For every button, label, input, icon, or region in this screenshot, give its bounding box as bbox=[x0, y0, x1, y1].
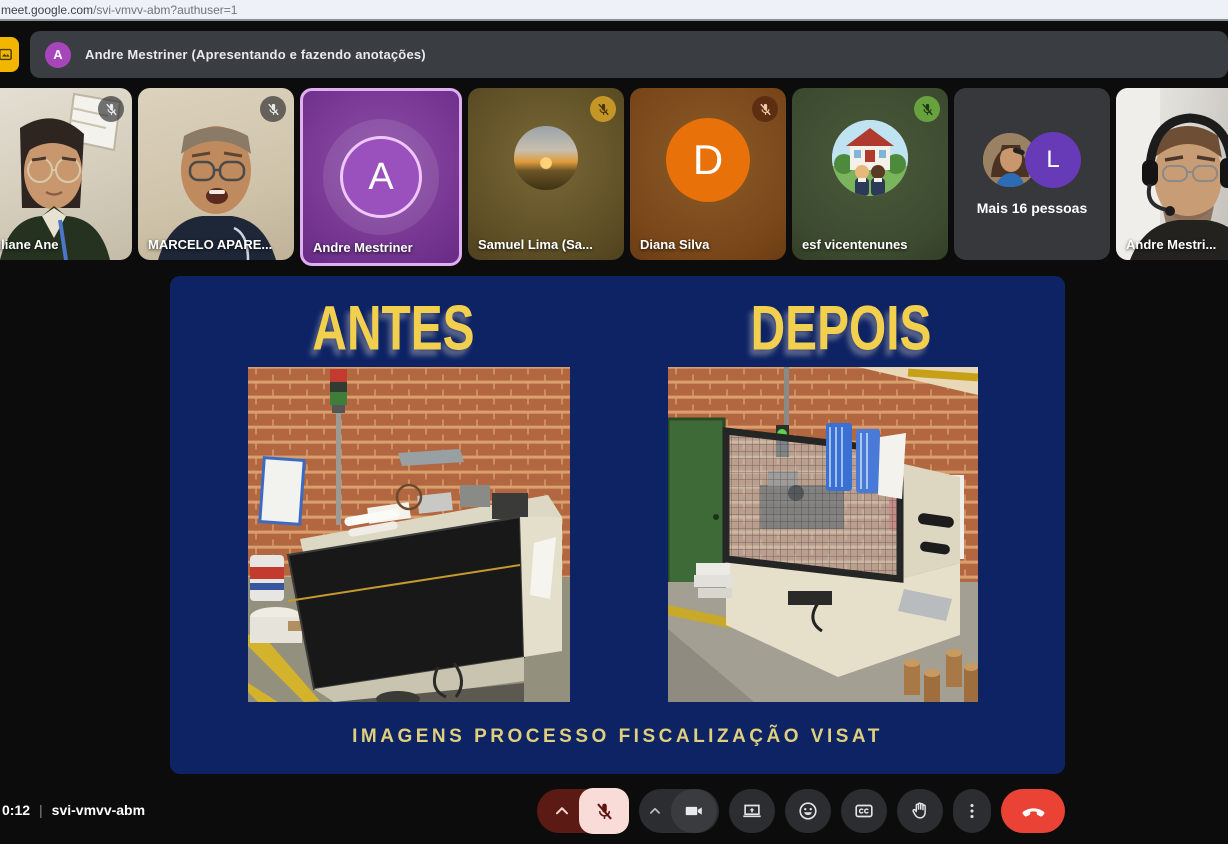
image-icon bbox=[0, 46, 14, 63]
presenting-message: Andre Mestriner (Apresentando e fazendo … bbox=[85, 47, 426, 62]
mic-off-icon bbox=[594, 801, 615, 822]
participant-tile-samuel-lima[interactable]: Samuel Lima (Sa... bbox=[468, 88, 624, 260]
slide-caption: IMAGENS PROCESSO FISCALIZAÇÃO VISAT bbox=[170, 726, 1065, 748]
letter-avatar: A bbox=[303, 91, 459, 263]
camera-toggle-button[interactable] bbox=[671, 789, 717, 833]
photo-after bbox=[668, 367, 978, 702]
camera-control-group bbox=[639, 789, 719, 833]
mic-off-icon bbox=[266, 102, 281, 117]
participant-tile-marcelo[interactable]: MARCELO APARE... bbox=[138, 88, 294, 260]
present-screen-button[interactable] bbox=[729, 789, 775, 833]
mic-muted-indicator bbox=[914, 96, 940, 122]
mic-control-group bbox=[537, 788, 629, 834]
mic-muted-indicator bbox=[260, 96, 286, 122]
end-call-button[interactable] bbox=[1001, 789, 1065, 833]
captions-button[interactable] bbox=[841, 789, 887, 833]
hand-icon bbox=[909, 800, 931, 822]
participant-name: Diana Silva bbox=[640, 237, 709, 252]
overflow-count-label: Mais 16 pessoas bbox=[977, 200, 1088, 216]
mic-toggle-button-muted[interactable] bbox=[579, 788, 629, 834]
mic-muted-indicator bbox=[590, 96, 616, 122]
call-end-icon bbox=[1020, 798, 1047, 825]
mic-off-icon bbox=[104, 102, 119, 117]
more-options-button[interactable] bbox=[953, 789, 991, 833]
page-url: meet.google.com/svi-vmvv-abm?authuser=1 bbox=[0, 3, 237, 17]
annotation-tool-icon[interactable] bbox=[0, 37, 19, 72]
cc-icon bbox=[853, 800, 875, 822]
emoji-icon bbox=[797, 800, 819, 822]
overflow-participants-tile[interactable]: L Mais 16 pessoas bbox=[954, 88, 1110, 260]
letter-avatar: D bbox=[666, 118, 750, 202]
videocam-icon bbox=[683, 800, 705, 822]
participant-tile-andre-camera[interactable]: Andre Mestri... bbox=[1116, 88, 1228, 260]
reactions-button[interactable] bbox=[785, 789, 831, 833]
meeting-code: svi-vmvv-abm bbox=[52, 802, 145, 818]
letter-avatar: L bbox=[1025, 132, 1081, 188]
url-host: meet.google.com bbox=[1, 3, 93, 17]
presented-slide: ANTES DEPOIS bbox=[170, 276, 1065, 774]
meeting-info: 0:12 | svi-vmvv-abm bbox=[2, 802, 145, 818]
photo-avatar-school-illustration bbox=[832, 120, 908, 196]
elapsed-time: 0:12 bbox=[2, 802, 30, 818]
participant-tile-andre-mestriner-presenting[interactable]: A Andre Mestriner bbox=[300, 88, 462, 266]
mic-off-icon bbox=[758, 102, 773, 117]
photo-before bbox=[248, 367, 570, 702]
separator: | bbox=[30, 802, 52, 818]
url-path: /svi-vmvv-abm?authuser=1 bbox=[93, 3, 237, 17]
present-icon bbox=[741, 800, 763, 822]
participant-name: MARCELO APARE... bbox=[148, 237, 272, 252]
mic-off-icon bbox=[596, 102, 611, 117]
participant-name: Samuel Lima (Sa... bbox=[478, 237, 593, 252]
avatar: A bbox=[45, 42, 71, 68]
google-meet-window: meet.google.com/svi-vmvv-abm?authuser=1 … bbox=[0, 0, 1228, 844]
slide-title-antes: ANTES bbox=[188, 292, 599, 365]
call-controls bbox=[537, 788, 1065, 834]
browser-address-bar[interactable]: meet.google.com/svi-vmvv-abm?authuser=1 bbox=[0, 0, 1228, 21]
mic-off-icon bbox=[920, 102, 935, 117]
dots-icon bbox=[961, 800, 983, 822]
chevron-up-icon bbox=[646, 802, 664, 820]
participant-name: esf vicentenunes bbox=[802, 237, 908, 252]
mic-muted-indicator bbox=[98, 96, 124, 122]
slide-title-depois: DEPOIS bbox=[635, 292, 1047, 365]
participant-tile-juliane-ane[interactable]: Juliane Ane bbox=[0, 88, 132, 260]
presenting-notification: A Andre Mestriner (Apresentando e fazend… bbox=[30, 31, 1228, 78]
participant-name: Andre Mestriner bbox=[313, 240, 413, 255]
photo-avatar-sunset bbox=[514, 126, 578, 190]
participant-name: Juliane Ane bbox=[0, 237, 58, 252]
mic-muted-indicator bbox=[752, 96, 778, 122]
avatar-letter: A bbox=[340, 136, 422, 218]
participant-video-placeholder bbox=[1116, 88, 1228, 260]
raise-hand-button[interactable] bbox=[897, 789, 943, 833]
participant-tile-diana-silva[interactable]: D Diana Silva bbox=[630, 88, 786, 260]
camera-options-button[interactable] bbox=[639, 789, 671, 833]
participant-name: Andre Mestri... bbox=[1126, 237, 1216, 252]
participants-filmstrip: Juliane Ane MARCELO APARE... bbox=[0, 88, 1228, 266]
chevron-up-icon bbox=[551, 800, 573, 822]
participant-tile-esf-vicentenunes[interactable]: esf vicentenunes bbox=[792, 88, 948, 260]
